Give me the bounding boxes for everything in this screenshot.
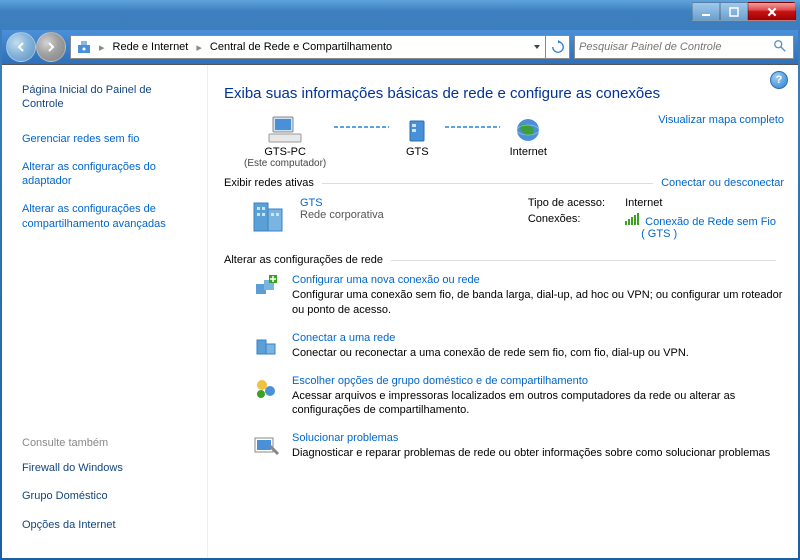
search-icon[interactable] xyxy=(773,39,789,55)
window-frame: ▸ Rede e Internet ▸ Central de Rede e Co… xyxy=(0,0,800,560)
network-name-link[interactable]: GTS xyxy=(300,197,384,209)
network-map: Visualizar mapa completo GTS-PC (Este co… xyxy=(224,114,784,169)
node-label: GTS-PC xyxy=(264,146,306,158)
sidebar-link-wireless[interactable]: Gerenciar redes sem fio xyxy=(22,132,195,146)
active-network-row: GTS Rede corporativa Tipo de acesso: Int… xyxy=(224,189,784,246)
titlebar[interactable] xyxy=(2,2,798,30)
refresh-button[interactable] xyxy=(546,35,570,59)
breadcrumb[interactable]: ▸ Rede e Internet ▸ Central de Rede e Co… xyxy=(70,35,546,59)
see-also-heading: Consulte também xyxy=(22,437,195,449)
troubleshoot-icon xyxy=(252,432,280,460)
sidebar-home-link[interactable]: Página Inicial do Painel de Controle xyxy=(22,83,195,112)
task-link-homegroup[interactable]: Escolher opções de grupo doméstico e de … xyxy=(292,375,784,387)
node-label: Internet xyxy=(510,146,547,158)
homegroup-icon xyxy=(252,375,280,403)
task-link-connect[interactable]: Conectar a uma rede xyxy=(292,332,689,344)
divider xyxy=(322,183,653,184)
new-connection-icon xyxy=(252,274,280,302)
back-button[interactable] xyxy=(6,32,36,62)
access-type-value: Internet xyxy=(625,197,776,209)
chevron-right-icon[interactable]: ▸ xyxy=(97,41,107,54)
chevron-right-icon[interactable]: ▸ xyxy=(194,41,204,54)
footer-link-internet-options[interactable]: Opções da Internet xyxy=(22,518,195,532)
help-icon[interactable]: ? xyxy=(770,71,788,89)
node-computer[interactable]: GTS-PC (Este computador) xyxy=(244,114,326,169)
breadcrumb-seg-1[interactable]: Rede e Internet xyxy=(107,36,195,58)
breadcrumb-seg-2[interactable]: Central de Rede e Compartilhamento xyxy=(204,36,398,58)
control-panel-icon xyxy=(75,38,93,56)
task-link-new-connection[interactable]: Configurar uma nova conexão ou rede xyxy=(292,274,784,286)
connect-disconnect-link[interactable]: Conectar ou desconectar xyxy=(661,177,784,189)
task-desc: Acessar arquivos e impressoras localizad… xyxy=(292,389,784,419)
node-internet[interactable]: Internet xyxy=(508,114,548,169)
node-label: GTS xyxy=(406,146,429,158)
task-desc: Diagnosticar e reparar problemas de rede… xyxy=(292,446,770,461)
task-item: Configurar uma nova conexão ou rede Conf… xyxy=(252,274,784,318)
task-desc: Conectar ou reconectar a uma conexão de … xyxy=(292,346,689,361)
footer-link-homegroup[interactable]: Grupo Doméstico xyxy=(22,489,195,503)
minimize-button[interactable] xyxy=(692,2,720,21)
network-type: Rede corporativa xyxy=(300,209,384,221)
active-networks-heading: Exibir redes ativas xyxy=(224,177,314,189)
node-sublabel: (Este computador) xyxy=(244,158,326,169)
building-icon xyxy=(248,197,288,235)
sidebar: Página Inicial do Painel de Controle Ger… xyxy=(2,65,207,558)
main-pane: ? Exiba suas informações básicas de rede… xyxy=(207,65,798,558)
task-link-troubleshoot[interactable]: Solucionar problemas xyxy=(292,432,770,444)
map-connector-icon xyxy=(445,126,500,128)
breadcrumb-dropdown[interactable] xyxy=(527,36,545,58)
task-item: Solucionar problemas Diagnosticar e repa… xyxy=(252,432,784,461)
globe-icon xyxy=(508,114,548,146)
page-title: Exiba suas informações básicas de rede e… xyxy=(224,85,784,102)
connections-label: Conexões: xyxy=(528,213,605,240)
task-desc: Configurar uma conexão sem fio, de banda… xyxy=(292,288,784,318)
change-settings-heading: Alterar as configurações de rede xyxy=(224,254,383,266)
signal-icon xyxy=(625,213,639,225)
footer-link-firewall[interactable]: Firewall do Windows xyxy=(22,461,195,475)
connection-link[interactable]: Conexão de Rede sem Fio ( GTS ) xyxy=(625,213,776,240)
node-gateway[interactable]: GTS xyxy=(397,114,437,169)
search-box[interactable] xyxy=(574,35,794,59)
task-item: Conectar a uma rede Conectar ou reconect… xyxy=(252,332,784,361)
server-icon xyxy=(397,114,437,146)
close-button[interactable] xyxy=(748,2,796,21)
nav-toolbar: ▸ Rede e Internet ▸ Central de Rede e Co… xyxy=(2,30,798,64)
connect-network-icon xyxy=(252,332,280,360)
access-type-label: Tipo de acesso: xyxy=(528,197,605,209)
sidebar-link-sharing[interactable]: Alterar as configurações de compartilham… xyxy=(22,202,195,231)
map-connector-icon xyxy=(334,126,389,128)
task-list: Configurar uma nova conexão ou rede Conf… xyxy=(224,266,784,461)
divider xyxy=(391,260,776,261)
search-input[interactable] xyxy=(579,41,773,53)
sidebar-link-adapter[interactable]: Alterar as configurações do adaptador xyxy=(22,160,195,189)
computer-icon xyxy=(265,114,305,146)
task-item: Escolher opções de grupo doméstico e de … xyxy=(252,375,784,419)
view-full-map-link[interactable]: Visualizar mapa completo xyxy=(658,114,784,126)
forward-button[interactable] xyxy=(36,32,66,62)
maximize-button[interactable] xyxy=(720,2,748,21)
